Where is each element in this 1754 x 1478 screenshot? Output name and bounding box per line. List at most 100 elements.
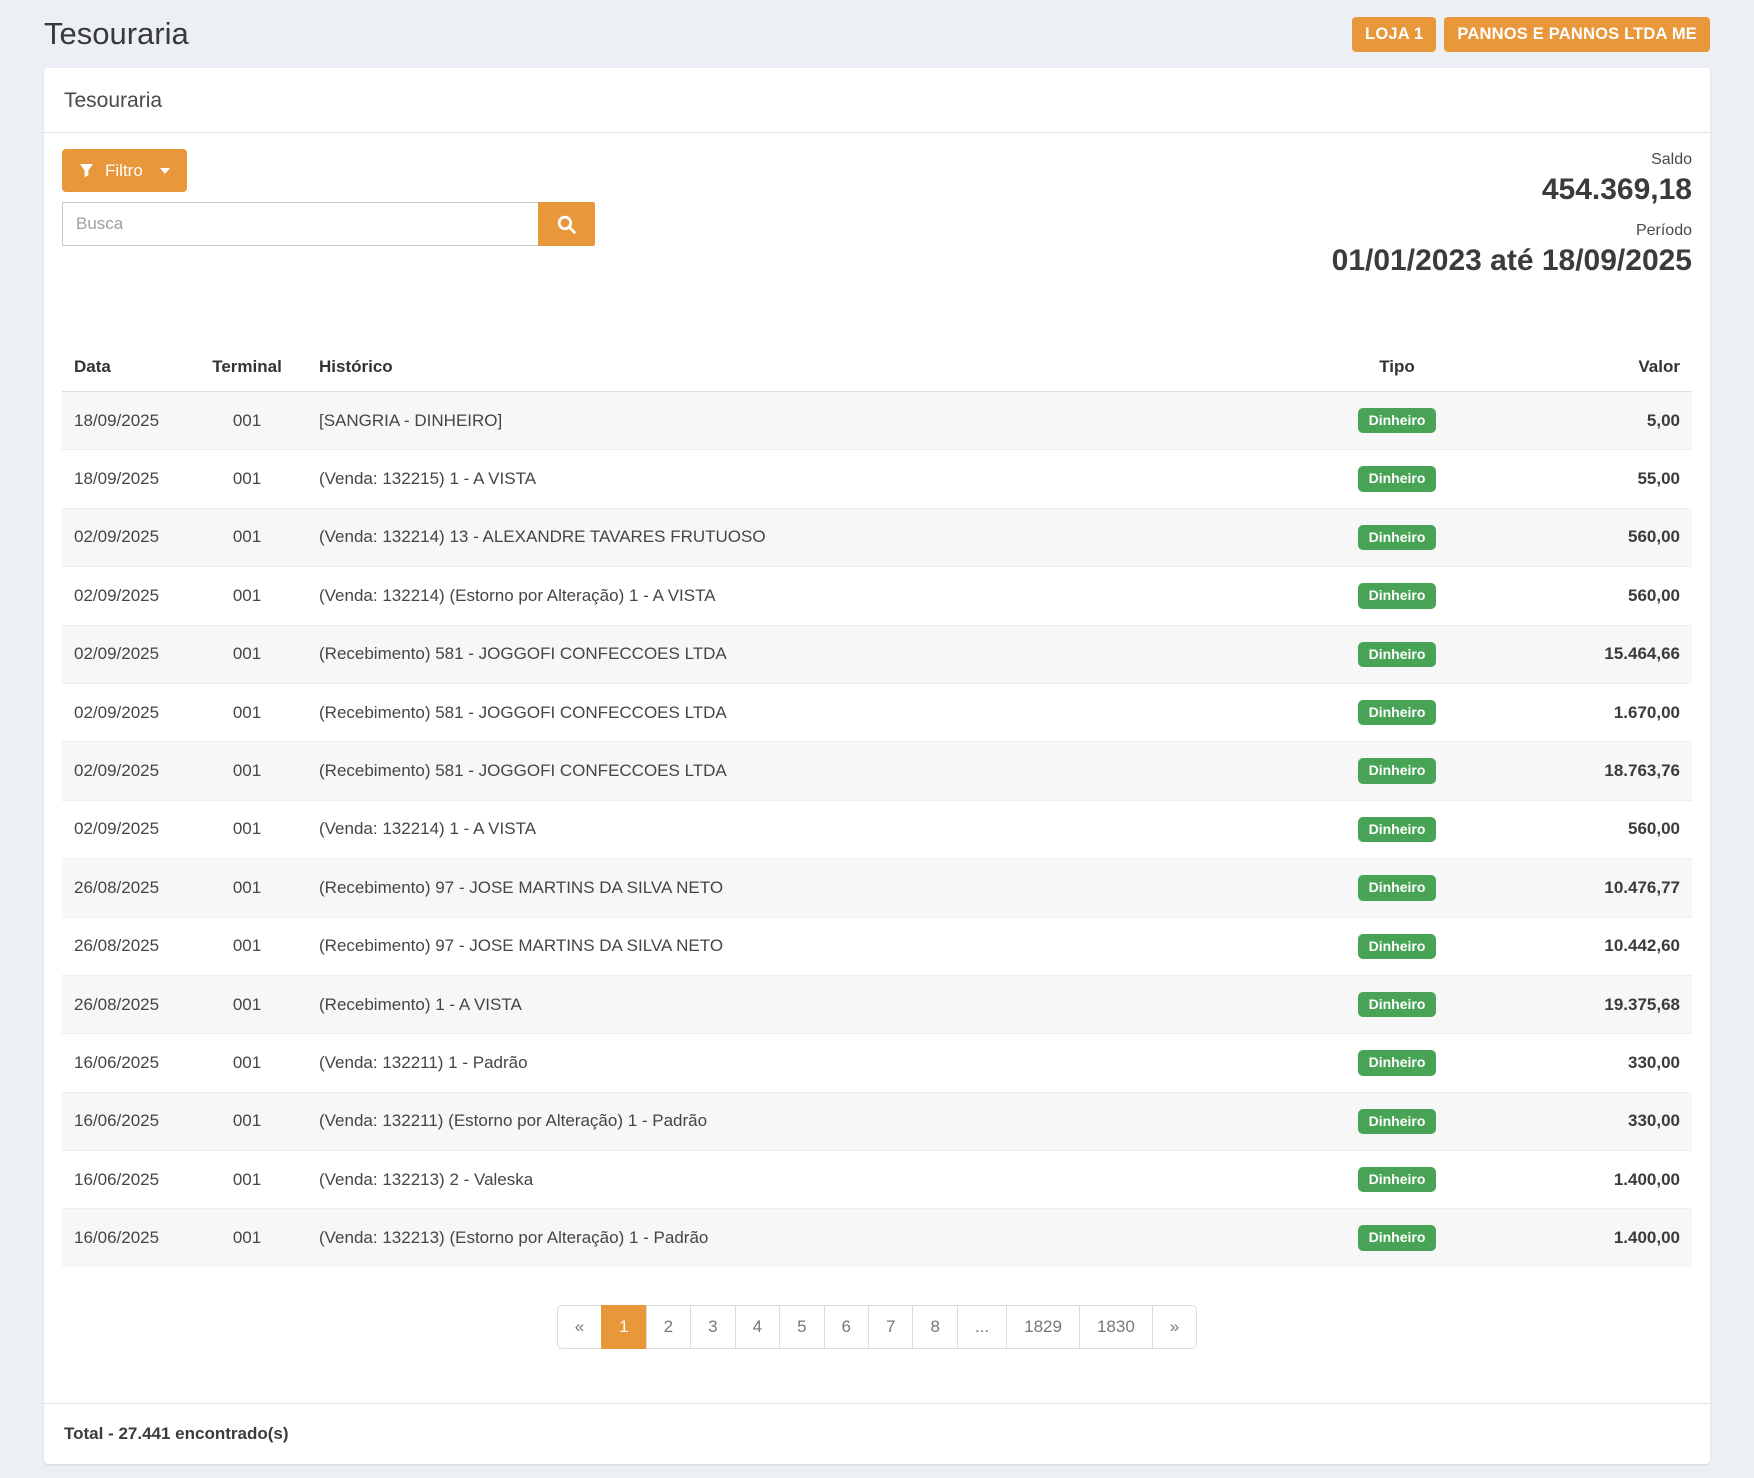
cell-historico: [SANGRIA - DINHEIRO] bbox=[307, 392, 1282, 450]
store-button[interactable]: LOJA 1 bbox=[1352, 17, 1436, 52]
pagination-item: ... bbox=[957, 1305, 1007, 1349]
search-icon bbox=[556, 214, 577, 235]
pagination-item[interactable]: 4 bbox=[735, 1305, 780, 1349]
cell-historico: (Venda: 132214) 1 - A VISTA bbox=[307, 800, 1282, 858]
table-body: 18/09/2025 001 [SANGRIA - DINHEIRO] Dinh… bbox=[62, 392, 1692, 1267]
saldo-value: 454.369,18 bbox=[1332, 171, 1692, 209]
tipo-badge: Dinheiro bbox=[1358, 934, 1437, 959]
cell-historico: (Venda: 132214) 13 - ALEXANDRE TAVARES F… bbox=[307, 508, 1282, 566]
cell-data: 02/09/2025 bbox=[62, 567, 187, 625]
cell-data: 16/06/2025 bbox=[62, 1034, 187, 1092]
cell-tipo: Dinheiro bbox=[1282, 625, 1512, 683]
column-header-tipo: Tipo bbox=[1282, 343, 1512, 392]
cell-historico: (Venda: 132213) 2 - Valeska bbox=[307, 1151, 1282, 1209]
cell-terminal: 001 bbox=[187, 625, 307, 683]
page-title: Tesouraria bbox=[44, 16, 189, 52]
topbar: Tesouraria LOJA 1 PANNOS E PANNOS LTDA M… bbox=[44, 0, 1710, 68]
funnel-icon bbox=[79, 163, 94, 178]
cell-historico: (Recebimento) 581 - JOGGOFI CONFECCOES L… bbox=[307, 683, 1282, 741]
search-button[interactable] bbox=[538, 202, 595, 246]
saldo-label: Saldo bbox=[1332, 149, 1692, 171]
tipo-badge: Dinheiro bbox=[1358, 466, 1437, 491]
cell-valor: 1.400,00 bbox=[1512, 1209, 1692, 1267]
cell-tipo: Dinheiro bbox=[1282, 450, 1512, 508]
cell-data: 02/09/2025 bbox=[62, 683, 187, 741]
pagination-item[interactable]: 1830 bbox=[1079, 1305, 1153, 1349]
cell-valor: 18.763,76 bbox=[1512, 742, 1692, 800]
filter-button[interactable]: Filtro bbox=[62, 149, 187, 192]
cell-historico: (Venda: 132215) 1 - A VISTA bbox=[307, 450, 1282, 508]
cell-valor: 10.442,60 bbox=[1512, 917, 1692, 975]
cell-valor: 55,00 bbox=[1512, 450, 1692, 508]
table-row[interactable]: 26/08/2025 001 (Recebimento) 1 - A VISTA… bbox=[62, 975, 1692, 1033]
search-group bbox=[62, 202, 595, 246]
table-row[interactable]: 02/09/2025 001 (Venda: 132214) 1 - A VIS… bbox=[62, 800, 1692, 858]
cell-terminal: 001 bbox=[187, 508, 307, 566]
cell-terminal: 001 bbox=[187, 1034, 307, 1092]
filter-search-area: Filtro bbox=[62, 149, 595, 246]
pagination-prev[interactable]: « bbox=[557, 1305, 602, 1349]
pagination-wrap: «12345678...18291830» bbox=[58, 1305, 1696, 1349]
tesouraria-card: Tesouraria Filtro bbox=[44, 68, 1710, 1464]
search-input[interactable] bbox=[62, 202, 538, 246]
cell-data: 02/09/2025 bbox=[62, 742, 187, 800]
cell-terminal: 001 bbox=[187, 800, 307, 858]
cell-historico: (Venda: 132213) (Estorno por Alteração) … bbox=[307, 1209, 1282, 1267]
cell-valor: 560,00 bbox=[1512, 800, 1692, 858]
table-row[interactable]: 18/09/2025 001 (Venda: 132215) 1 - A VIS… bbox=[62, 450, 1692, 508]
cell-terminal: 001 bbox=[187, 1151, 307, 1209]
table-row[interactable]: 26/08/2025 001 (Recebimento) 97 - JOSE M… bbox=[62, 917, 1692, 975]
pagination-item[interactable]: 3 bbox=[690, 1305, 735, 1349]
company-button[interactable]: PANNOS E PANNOS LTDA ME bbox=[1444, 17, 1710, 52]
cell-data: 16/06/2025 bbox=[62, 1209, 187, 1267]
pagination-item[interactable]: 8 bbox=[912, 1305, 957, 1349]
pagination-item[interactable]: 1 bbox=[601, 1305, 646, 1349]
periodo-block: Período 01/01/2023 até 18/09/2025 bbox=[1332, 220, 1692, 279]
chevron-down-icon bbox=[160, 168, 170, 174]
cell-terminal: 001 bbox=[187, 859, 307, 917]
cell-data: 26/08/2025 bbox=[62, 859, 187, 917]
cell-data: 02/09/2025 bbox=[62, 508, 187, 566]
table-row[interactable]: 02/09/2025 001 (Recebimento) 581 - JOGGO… bbox=[62, 625, 1692, 683]
cell-valor: 1.400,00 bbox=[1512, 1151, 1692, 1209]
pagination: «12345678...18291830» bbox=[557, 1305, 1198, 1349]
cell-tipo: Dinheiro bbox=[1282, 859, 1512, 917]
table-row[interactable]: 16/06/2025 001 (Venda: 132211) (Estorno … bbox=[62, 1092, 1692, 1150]
cell-valor: 1.670,00 bbox=[1512, 683, 1692, 741]
table-row[interactable]: 02/09/2025 001 (Venda: 132214) 13 - ALEX… bbox=[62, 508, 1692, 566]
pagination-item[interactable]: 5 bbox=[779, 1305, 824, 1349]
table-row[interactable]: 02/09/2025 001 (Venda: 132214) (Estorno … bbox=[62, 567, 1692, 625]
cell-valor: 10.476,77 bbox=[1512, 859, 1692, 917]
pagination-item[interactable]: 2 bbox=[646, 1305, 691, 1349]
cell-tipo: Dinheiro bbox=[1282, 567, 1512, 625]
table-row[interactable]: 16/06/2025 001 (Venda: 132213) (Estorno … bbox=[62, 1209, 1692, 1267]
table-row[interactable]: 26/08/2025 001 (Recebimento) 97 - JOSE M… bbox=[62, 859, 1692, 917]
cell-data: 16/06/2025 bbox=[62, 1151, 187, 1209]
cell-tipo: Dinheiro bbox=[1282, 1151, 1512, 1209]
pagination-item[interactable]: 6 bbox=[824, 1305, 869, 1349]
table-row[interactable]: 02/09/2025 001 (Recebimento) 581 - JOGGO… bbox=[62, 683, 1692, 741]
summary: Saldo 454.369,18 Período 01/01/2023 até … bbox=[1332, 149, 1696, 279]
cell-tipo: Dinheiro bbox=[1282, 742, 1512, 800]
pagination-item[interactable]: 1829 bbox=[1006, 1305, 1080, 1349]
table-row[interactable]: 16/06/2025 001 (Venda: 132213) 2 - Vales… bbox=[62, 1151, 1692, 1209]
cell-valor: 560,00 bbox=[1512, 567, 1692, 625]
table-row[interactable]: 18/09/2025 001 [SANGRIA - DINHEIRO] Dinh… bbox=[62, 392, 1692, 450]
cell-data: 26/08/2025 bbox=[62, 917, 187, 975]
cell-terminal: 001 bbox=[187, 1092, 307, 1150]
cell-valor: 15.464,66 bbox=[1512, 625, 1692, 683]
pagination-next[interactable]: » bbox=[1152, 1305, 1197, 1349]
table-row[interactable]: 16/06/2025 001 (Venda: 132211) 1 - Padrã… bbox=[62, 1034, 1692, 1092]
column-header-terminal: Terminal bbox=[187, 343, 307, 392]
page: Tesouraria LOJA 1 PANNOS E PANNOS LTDA M… bbox=[0, 0, 1754, 1478]
table-row[interactable]: 02/09/2025 001 (Recebimento) 581 - JOGGO… bbox=[62, 742, 1692, 800]
cell-data: 18/09/2025 bbox=[62, 450, 187, 508]
tipo-badge: Dinheiro bbox=[1358, 1225, 1437, 1250]
cell-historico: (Recebimento) 581 - JOGGOFI CONFECCOES L… bbox=[307, 742, 1282, 800]
cell-historico: (Venda: 132211) (Estorno por Alteração) … bbox=[307, 1092, 1282, 1150]
cell-tipo: Dinheiro bbox=[1282, 800, 1512, 858]
tipo-badge: Dinheiro bbox=[1358, 525, 1437, 550]
tipo-badge: Dinheiro bbox=[1358, 992, 1437, 1017]
periodo-value: 01/01/2023 até 18/09/2025 bbox=[1332, 242, 1692, 280]
pagination-item[interactable]: 7 bbox=[868, 1305, 913, 1349]
